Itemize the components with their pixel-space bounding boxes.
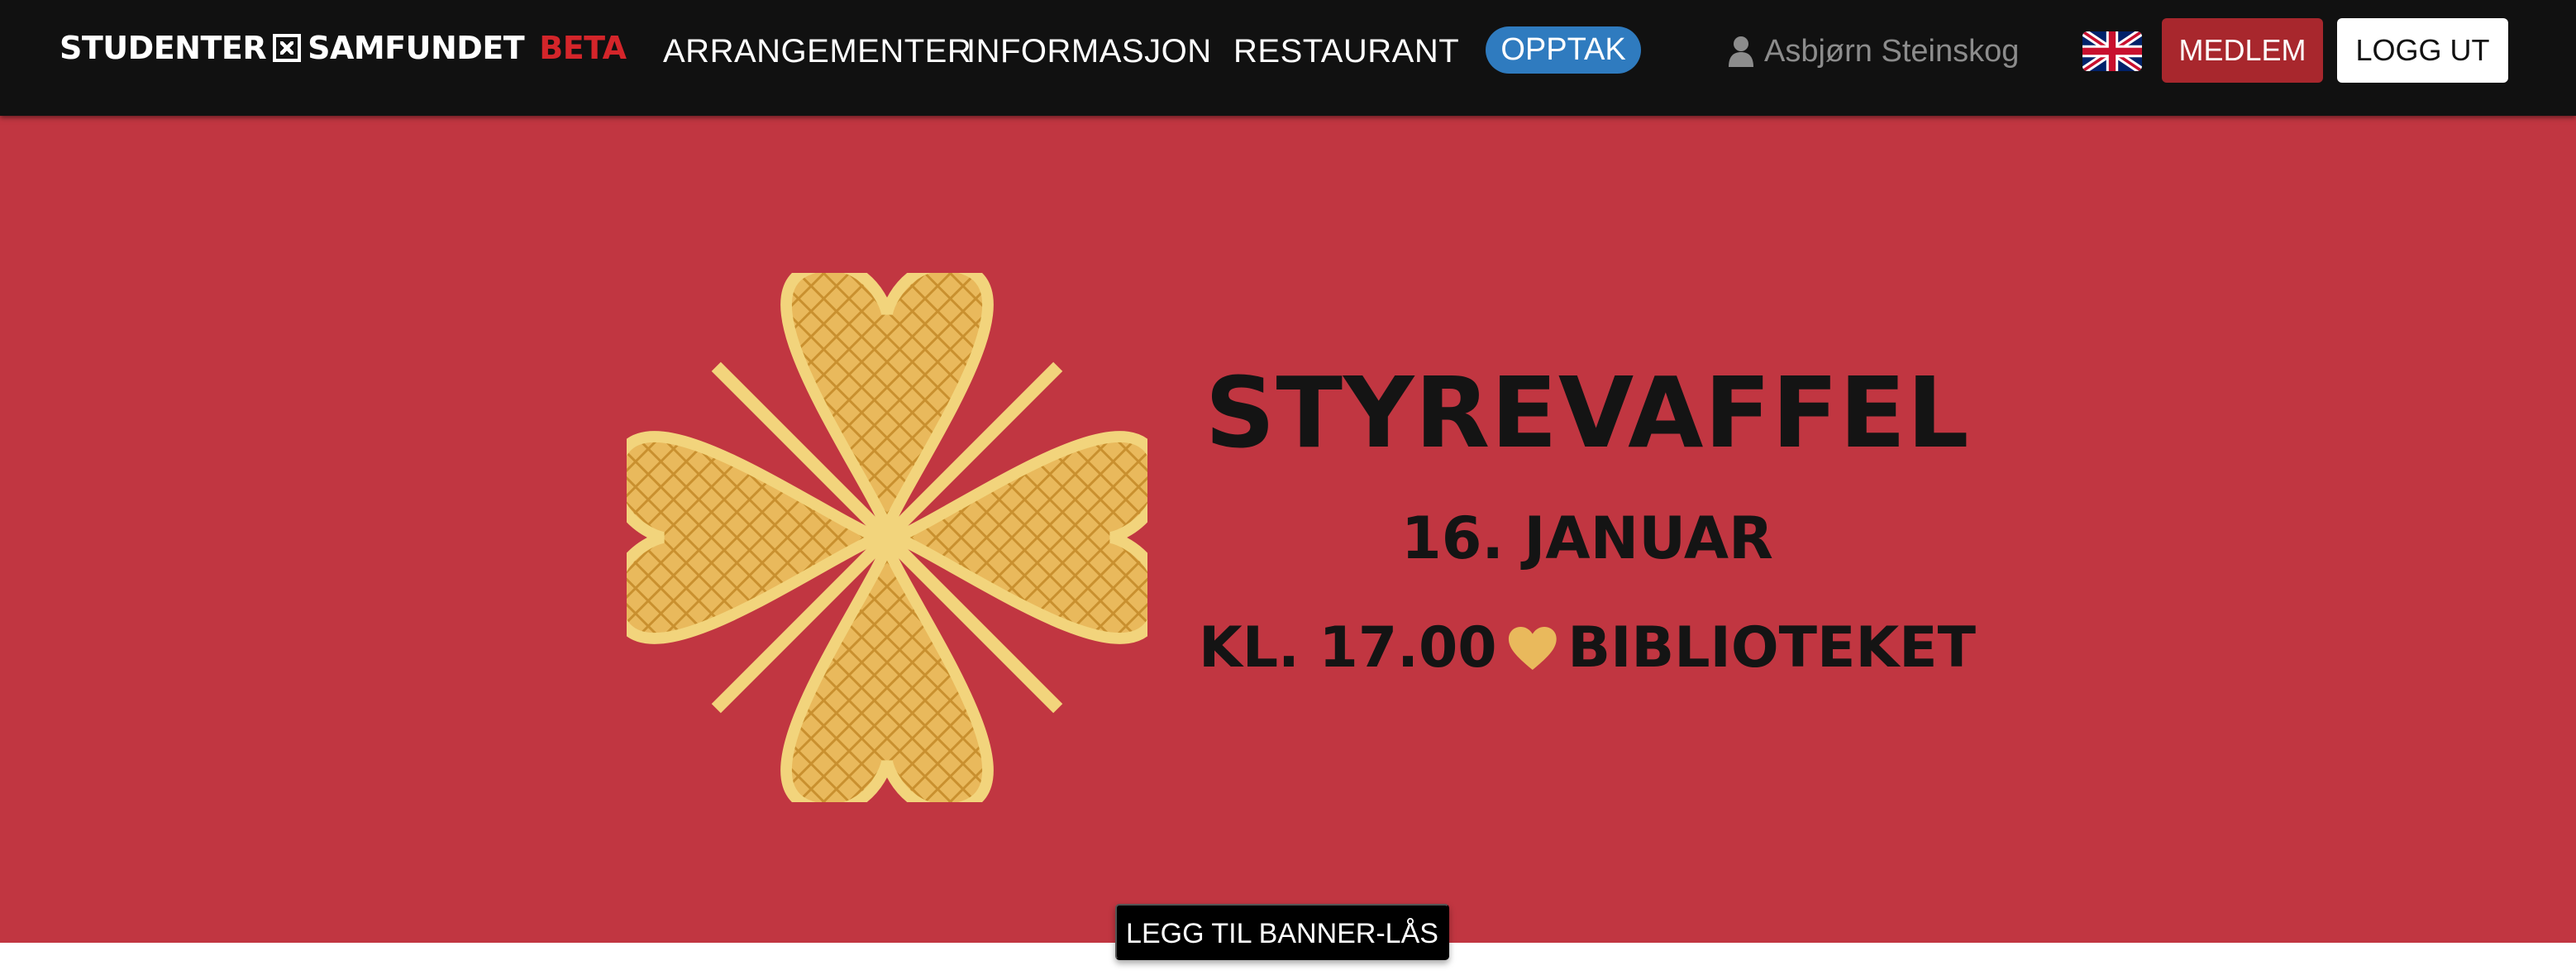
nav-link-informasjon[interactable]: INFORMASJON [966, 30, 1212, 73]
nav-link-opptak[interactable]: OPPTAK [1486, 26, 1641, 74]
user-profile-link[interactable]: Asbjørn Steinskog [1728, 30, 2019, 73]
top-navbar: STUDENTER SAMFUNDET BETA ARRANGEMENTER I… [0, 0, 2576, 116]
nav-link-arrangementer[interactable]: ARRANGEMENTER [663, 30, 971, 73]
event-time: KL. 17.00 [1199, 615, 1497, 681]
event-date: 16. JANUAR [1401, 504, 1773, 572]
logo-mark-icon [273, 34, 302, 62]
logout-button[interactable]: LOGG UT [2337, 18, 2508, 83]
waffle-heart-clover-image [627, 273, 1147, 802]
user-name: Asbjørn Steinskog [1764, 33, 2020, 69]
heart-icon [1508, 627, 1557, 670]
user-icon [1729, 36, 1753, 67]
event-location: BIBLIOTEKET [1567, 615, 1976, 681]
uk-flag-icon[interactable] [2082, 31, 2142, 71]
member-button[interactable]: MEDLEM [2162, 18, 2323, 83]
event-time-location: KL. 17.00 BIBLIOTEKET [1199, 620, 1976, 676]
nav-link-restaurant[interactable]: RESTAURANT [1233, 30, 1459, 73]
add-banner-lock-button[interactable]: LEGG TIL BANNER-LÅS [1115, 904, 1449, 960]
event-banner[interactable]: STYREVAFFEL 16. JANUAR KL. 17.00 BIBLIOT… [0, 116, 2576, 943]
logo-beta-label: BETA [539, 30, 627, 66]
event-title: STYREVAFFEL [1205, 356, 1970, 470]
site-logo[interactable]: STUDENTER SAMFUNDET BETA [60, 28, 627, 68]
logo-text-studenter: STUDENTER [60, 30, 267, 66]
logo-text-samfundet: SAMFUNDET [308, 30, 525, 66]
